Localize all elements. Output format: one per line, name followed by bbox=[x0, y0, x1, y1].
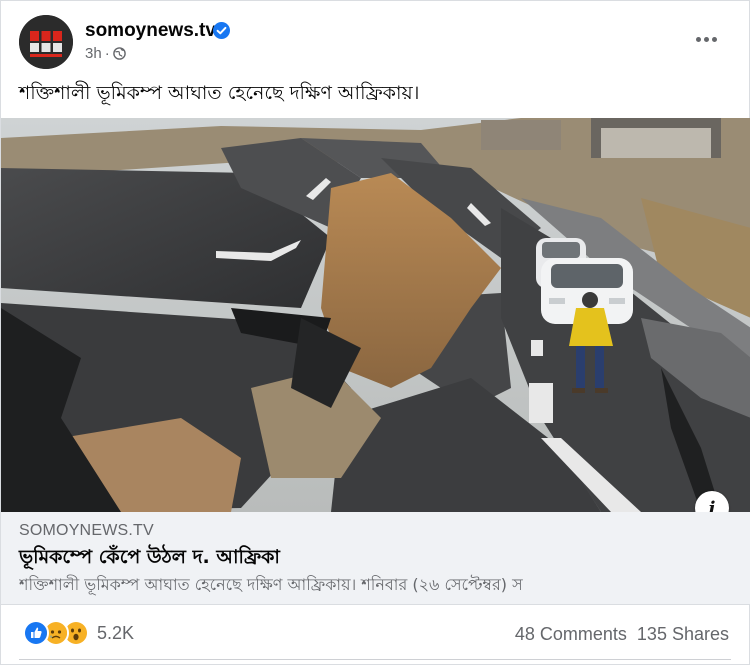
page-avatar[interactable] bbox=[19, 15, 73, 69]
like-icon bbox=[23, 620, 49, 646]
meta-separator: · bbox=[104, 45, 110, 62]
more-dot bbox=[695, 36, 701, 42]
verified-badge-icon bbox=[213, 22, 230, 39]
post-time[interactable]: 3h bbox=[85, 45, 102, 62]
more-dot bbox=[703, 36, 709, 42]
page-name[interactable]: somoynews.tv bbox=[85, 20, 216, 42]
globe-icon[interactable] bbox=[112, 47, 126, 60]
more-options-icon[interactable] bbox=[693, 27, 719, 51]
post-caption: শক্তিশালী ভূমিকম্প আঘাত হেনেছে দক্ষিণ আফ… bbox=[19, 82, 420, 104]
more-dot bbox=[711, 36, 717, 42]
divider bbox=[19, 659, 731, 660]
facebook-post: somoynews.tv 3h · শক্তিশালী ভূমিকম্প আঘা… bbox=[0, 0, 750, 665]
post-meta: 3h · bbox=[85, 45, 126, 62]
reactions-summary[interactable]: 5.2K bbox=[23, 620, 134, 646]
link-description: শক্তিশালী ভূমিকম্প আঘাত হেনেছে দক্ষিণ আফ… bbox=[19, 575, 523, 594]
link-domain: SOMOYNEWS.TV bbox=[19, 522, 154, 539]
post-stats: 48 Comments 135 Shares bbox=[515, 624, 729, 645]
reaction-count[interactable]: 5.2K bbox=[97, 623, 134, 644]
link-title[interactable]: ভূমিকম্পে কেঁপে উঠল দ. আফ্রিকা bbox=[19, 543, 280, 575]
link-preview[interactable]: SOMOYNEWS.TV ভূমিকম্পে কেঁপে উঠল দ. আফ্র… bbox=[1, 512, 750, 605]
post-image[interactable] bbox=[1, 118, 750, 512]
shares-count[interactable]: 135 Shares bbox=[637, 624, 729, 645]
comments-count[interactable]: 48 Comments bbox=[515, 624, 627, 645]
